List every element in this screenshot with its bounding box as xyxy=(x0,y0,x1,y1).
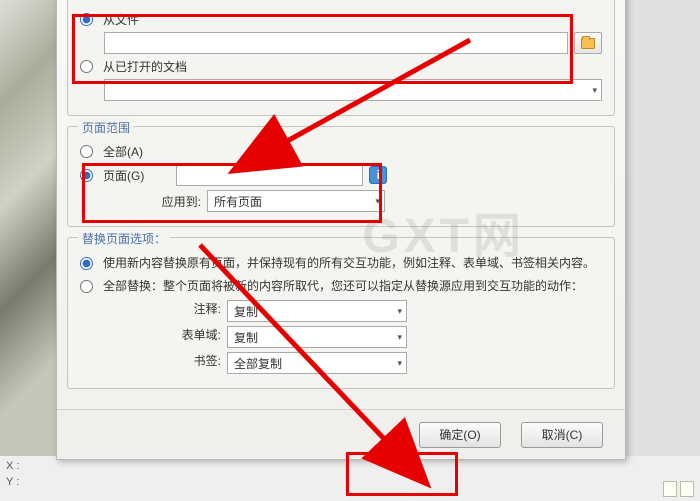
info-icon[interactable]: i xyxy=(369,166,387,184)
opt1-text: 使用新内容替换原有页面，并保持现有的所有交互功能，例如注释、表单域、书签相关内容… xyxy=(103,254,602,273)
status-x: X : xyxy=(6,460,19,472)
pages-row: 页面(G) i xyxy=(80,164,602,186)
pages-radio[interactable] xyxy=(80,169,93,182)
browse-button[interactable] xyxy=(574,32,602,54)
from-open-doc-label: 从已打开的文档 xyxy=(103,58,187,75)
annotation-row: 注释: 复制 ▾ xyxy=(80,300,602,322)
chevron-down-icon: ▾ xyxy=(397,358,402,369)
opt2-row: 全部替换：整个页面将被新的内容所取代，您还可以指定从替换源应用到交互功能的动作： xyxy=(80,277,602,296)
page-range-section: 页面范围 全部(A) 页面(G) i 应用到: 所有页面 ▾ xyxy=(67,126,615,227)
dialog-footer: 确定(O) 取消(C) xyxy=(57,409,625,459)
annotation-selected: 复制 xyxy=(234,303,258,320)
apply-to-row: 应用到: 所有页面 ▾ xyxy=(80,190,602,212)
status-y: Y : xyxy=(6,476,19,488)
replace-options-section: 替换页面选项： 使用新内容替换原有页面，并保持现有的所有交互功能，例如注释、表单… xyxy=(67,237,615,389)
doc-icon xyxy=(680,481,694,497)
chevron-down-icon: ▾ xyxy=(375,196,380,207)
bookmark-label: 书签: xyxy=(151,352,221,369)
from-file-radio[interactable] xyxy=(80,13,93,26)
from-file-row: 从文件 xyxy=(80,11,602,28)
pages-label: 页面(G) xyxy=(103,167,144,184)
cancel-button[interactable]: 取消(C) xyxy=(521,422,603,448)
opt-replace-all-radio[interactable] xyxy=(80,280,93,293)
chevron-down-icon: ▾ xyxy=(592,85,597,96)
tab-icons xyxy=(663,481,694,497)
bookmark-select[interactable]: 全部复制 ▾ xyxy=(227,352,407,374)
open-doc-select[interactable]: ▾ xyxy=(104,79,602,101)
folder-icon xyxy=(581,38,595,49)
all-radio[interactable] xyxy=(80,145,93,158)
apply-to-select[interactable]: 所有页面 ▾ xyxy=(207,190,385,212)
annotation-select[interactable]: 复制 ▾ xyxy=(227,300,407,322)
opt2-text: 全部替换：整个页面将被新的内容所取代，您还可以指定从替换源应用到交互功能的动作： xyxy=(103,277,602,296)
from-open-doc-row: 从已打开的文档 xyxy=(80,58,602,75)
replace-pages-dialog: 从文件 从已打开的文档 ▾ 页面范围 全部(A) xyxy=(56,0,626,460)
file-path-input[interactable] xyxy=(104,32,568,54)
page-range-title: 页面范围 xyxy=(78,119,134,136)
opt1-row: 使用新内容替换原有页面，并保持现有的所有交互功能，例如注释、表单域、书签相关内容… xyxy=(80,254,602,273)
options-title: 替换页面选项： xyxy=(78,230,170,247)
apply-to-label: 应用到: xyxy=(146,193,201,210)
ok-button[interactable]: 确定(O) xyxy=(419,422,501,448)
file-path-row xyxy=(80,32,602,54)
pages-input[interactable] xyxy=(176,164,363,186)
form-row: 表单域: 复制 ▾ xyxy=(80,326,602,348)
from-open-doc-radio[interactable] xyxy=(80,60,93,73)
all-row: 全部(A) xyxy=(80,143,602,160)
app-statusbar-bg: X : Y : xyxy=(0,456,700,501)
bookmark-selected: 全部复制 xyxy=(234,355,282,372)
bookmark-row: 书签: 全部复制 ▾ xyxy=(80,352,602,374)
source-section: 从文件 从已打开的文档 ▾ xyxy=(67,0,615,116)
chevron-down-icon: ▾ xyxy=(397,306,402,317)
open-doc-row: ▾ xyxy=(80,79,602,101)
background-photo xyxy=(0,0,60,460)
from-file-label: 从文件 xyxy=(103,11,139,28)
form-selected: 复制 xyxy=(234,329,258,346)
apply-to-selected: 所有页面 xyxy=(214,193,262,210)
form-select[interactable]: 复制 ▾ xyxy=(227,326,407,348)
chevron-down-icon: ▾ xyxy=(397,332,402,343)
all-label: 全部(A) xyxy=(103,143,143,160)
opt-keep-radio[interactable] xyxy=(80,257,93,270)
annotation-label: 注释: xyxy=(151,300,221,317)
doc-icon xyxy=(663,481,677,497)
form-label: 表单域: xyxy=(151,326,221,343)
